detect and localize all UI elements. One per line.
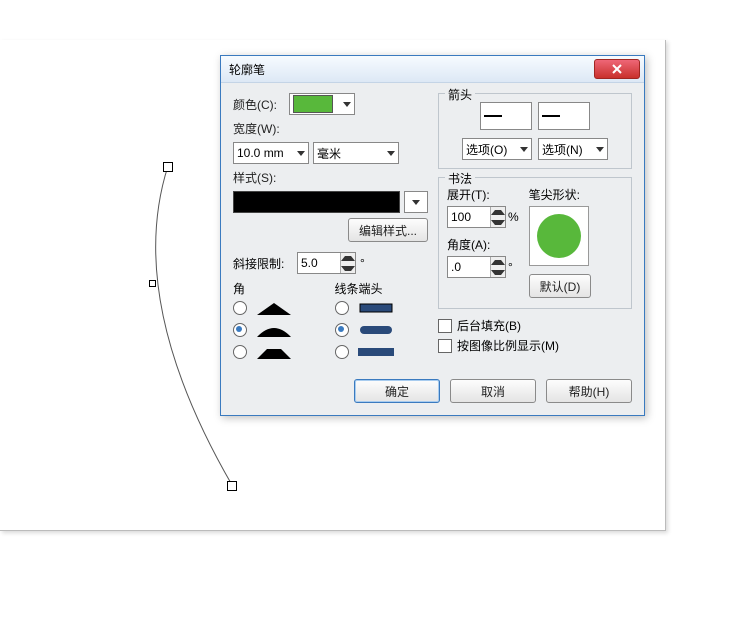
pen-shape-preview [529, 206, 589, 266]
chevron-down-icon [596, 147, 604, 152]
dialog-title: 轮廓笔 [229, 61, 265, 78]
arrow-line-icon [484, 115, 502, 117]
spin-down-icon[interactable] [341, 263, 355, 273]
bg-fill-checkbox[interactable] [438, 319, 452, 333]
corner-round-radio[interactable] [233, 323, 247, 337]
ok-button[interactable]: 确定 [354, 379, 440, 403]
spin-down-icon[interactable] [491, 267, 505, 277]
corner-miter-radio[interactable] [233, 301, 247, 315]
unit-dropdown[interactable]: 毫米 [313, 142, 399, 164]
cap-square-radio[interactable] [335, 345, 349, 359]
color-swatch [293, 95, 333, 113]
cap-round-radio[interactable] [335, 323, 349, 337]
close-icon [611, 64, 623, 74]
unit-value: 毫米 [317, 145, 341, 162]
cap-square-icon [357, 345, 395, 359]
pen-shape-label: 笔尖形状: [529, 186, 592, 203]
calligraphy-fieldset: 书法 展开(T): % 角度(A): [438, 177, 632, 309]
cap-round-icon [357, 323, 395, 337]
arrow-line-icon [542, 115, 560, 117]
outline-pen-dialog: 轮廓笔 颜色(C): 宽度(W): 10.0 mm [220, 55, 645, 416]
angle-spinner[interactable] [447, 256, 506, 278]
color-label: 颜色(C): [233, 96, 285, 113]
edit-style-button[interactable]: 编辑样式... [348, 218, 428, 242]
arrow-option-left[interactable]: 选项(O) [462, 138, 532, 160]
cap-flat-icon [357, 301, 395, 315]
angle-input[interactable] [448, 257, 490, 277]
chevron-down-icon [412, 200, 420, 205]
arrow-start-dropdown[interactable] [480, 102, 532, 130]
width-label: 宽度(W): [233, 120, 285, 137]
corner-miter-icon [255, 301, 293, 315]
default-button[interactable]: 默认(D) [529, 274, 592, 298]
degree-symbol: ° [508, 260, 513, 274]
stretch-spinner[interactable] [447, 206, 506, 228]
cap-flat-radio[interactable] [335, 301, 349, 315]
spin-up-icon[interactable] [491, 257, 505, 267]
pen-circle-icon [537, 214, 581, 258]
stretch-input[interactable] [448, 207, 490, 227]
arrow-fieldset: 箭头 选项(O) 选项(N) [438, 93, 632, 169]
curve-node-start[interactable] [163, 162, 173, 172]
close-button[interactable] [594, 59, 640, 79]
corner-round-icon [255, 323, 293, 337]
angle-label: 角度(A): [447, 236, 519, 253]
dialog-button-row: 确定 取消 帮助(H) [221, 371, 644, 415]
stretch-label: 展开(T): [447, 186, 519, 203]
miter-input[interactable] [298, 253, 340, 273]
spin-up-icon[interactable] [491, 207, 505, 217]
corner-group-label: 角 [233, 280, 327, 297]
miter-spinner[interactable] [297, 252, 356, 274]
chevron-down-icon [387, 151, 395, 156]
cancel-button[interactable]: 取消 [450, 379, 536, 403]
arrow-end-dropdown[interactable] [538, 102, 590, 130]
chevron-down-icon [520, 147, 528, 152]
style-preview[interactable] [233, 191, 400, 213]
miter-label: 斜接限制: [233, 255, 293, 272]
style-dropdown[interactable] [404, 191, 428, 213]
percent-symbol: % [508, 210, 519, 224]
dialog-titlebar[interactable]: 轮廓笔 [221, 56, 644, 83]
spin-up-icon[interactable] [341, 253, 355, 263]
arrow-label: 箭头 [445, 86, 475, 103]
corner-bevel-icon [255, 345, 293, 359]
chevron-down-icon [343, 102, 351, 107]
width-value: 10.0 mm [237, 146, 284, 160]
corner-bevel-radio[interactable] [233, 345, 247, 359]
scale-checkbox[interactable] [438, 339, 452, 353]
style-label: 样式(S): [233, 169, 285, 186]
help-button[interactable]: 帮助(H) [546, 379, 632, 403]
calligraphy-label: 书法 [445, 170, 475, 187]
width-dropdown[interactable]: 10.0 mm [233, 142, 309, 164]
arrow-option-right[interactable]: 选项(N) [538, 138, 608, 160]
curve-node-end[interactable] [227, 481, 237, 491]
bg-fill-label: 后台填充(B) [457, 317, 521, 334]
scale-label: 按图像比例显示(M) [457, 337, 559, 354]
spin-down-icon[interactable] [491, 217, 505, 227]
cap-group-label: 线条端头 [335, 280, 429, 297]
chevron-down-icon [297, 151, 305, 156]
degree-symbol: ° [360, 256, 365, 270]
curve-node-mid[interactable] [149, 280, 156, 287]
color-dropdown[interactable] [289, 93, 355, 115]
